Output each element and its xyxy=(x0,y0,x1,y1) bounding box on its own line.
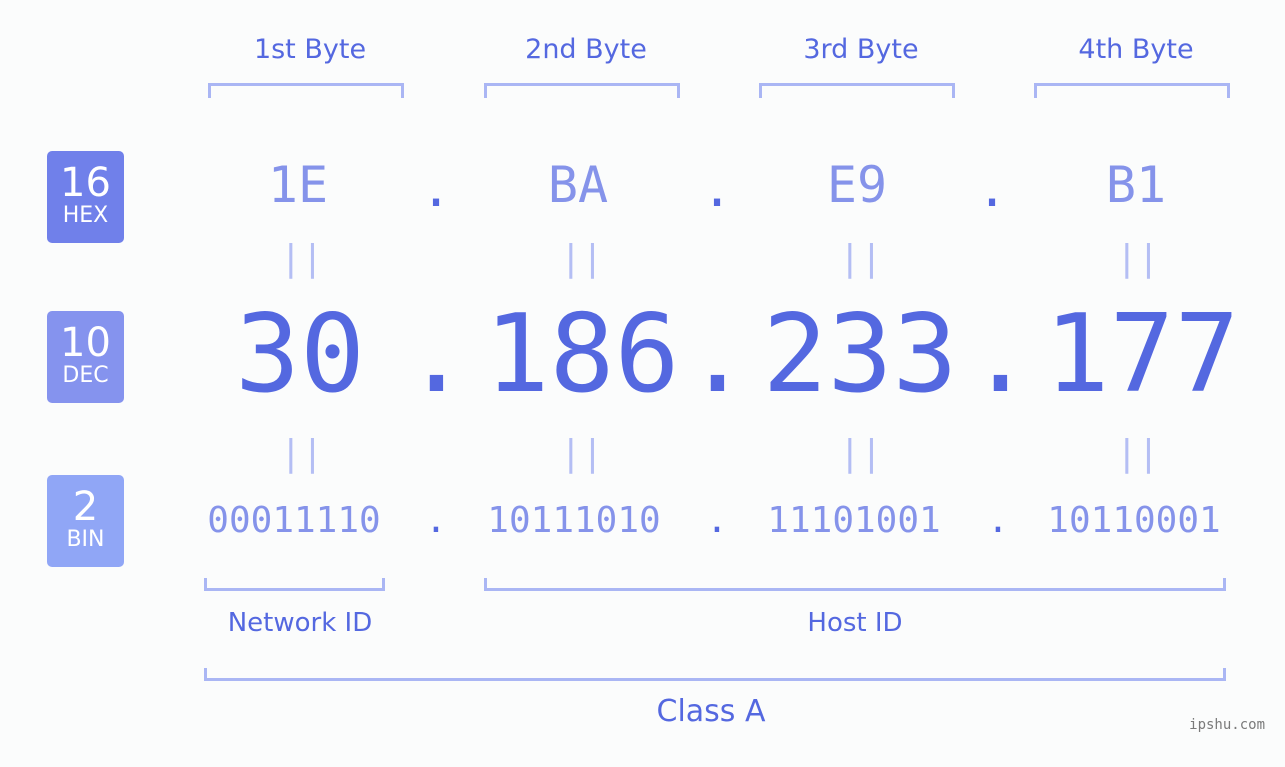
equals-sign: || xyxy=(1116,433,1160,474)
dec-byte-4: 177 xyxy=(1044,292,1240,417)
bin-dot-3: . xyxy=(987,500,1009,541)
byte-bracket-3 xyxy=(759,83,955,98)
equals-sign: || xyxy=(839,238,883,279)
equals-sign: || xyxy=(560,433,604,474)
bin-byte-4: 10110001 xyxy=(1047,500,1221,541)
host-id-bracket xyxy=(484,578,1226,591)
hex-dot-3: . xyxy=(976,160,1008,218)
byte-label-2: 2nd Byte xyxy=(525,34,647,65)
byte-label-4: 4th Byte xyxy=(1078,34,1194,65)
dec-byte-2: 186 xyxy=(484,292,680,417)
bin-byte-1: 00011110 xyxy=(207,500,381,541)
class-bracket xyxy=(204,668,1226,681)
byte-label-1: 1st Byte xyxy=(253,34,367,65)
hex-byte-3: E9 xyxy=(826,156,888,214)
class-label: Class A xyxy=(656,694,766,729)
equals-sign: || xyxy=(560,238,604,279)
bin-base-label: BIN xyxy=(66,527,105,552)
hex-badge: 16 HEX xyxy=(47,151,124,243)
bin-byte-2: 10111010 xyxy=(487,500,661,541)
dec-badge: 10 DEC xyxy=(47,311,124,403)
bin-dot-2: . xyxy=(706,500,728,541)
dec-byte-1: 30 xyxy=(234,292,366,417)
bin-badge: 2 BIN xyxy=(47,475,124,567)
equals-sign: || xyxy=(839,433,883,474)
hex-byte-1: 1E xyxy=(267,156,329,214)
byte-label-3: 3rd Byte xyxy=(803,34,919,65)
equals-sign: || xyxy=(280,238,324,279)
byte-bracket-1 xyxy=(208,83,404,98)
host-id-label: Host ID xyxy=(807,608,903,638)
hex-base-label: HEX xyxy=(62,203,109,228)
network-id-bracket xyxy=(204,578,385,591)
watermark: ipshu.com xyxy=(1189,717,1265,733)
hex-byte-2: BA xyxy=(547,156,609,214)
byte-bracket-4 xyxy=(1034,83,1230,98)
hex-base-number: 16 xyxy=(60,160,111,206)
hex-dot-1: . xyxy=(420,160,452,218)
byte-bracket-2 xyxy=(484,83,680,98)
dec-base-number: 10 xyxy=(60,320,111,366)
equals-sign: || xyxy=(1116,238,1160,279)
bin-byte-3: 11101001 xyxy=(767,500,941,541)
hex-byte-4: B1 xyxy=(1105,156,1167,214)
equals-sign: || xyxy=(280,433,324,474)
network-id-label: Network ID xyxy=(227,608,373,638)
dec-base-label: DEC xyxy=(62,363,109,388)
bin-base-number: 2 xyxy=(72,484,99,530)
hex-dot-2: . xyxy=(701,160,733,218)
dec-byte-3: 233 xyxy=(762,292,958,417)
bin-dot-1: . xyxy=(425,500,447,541)
